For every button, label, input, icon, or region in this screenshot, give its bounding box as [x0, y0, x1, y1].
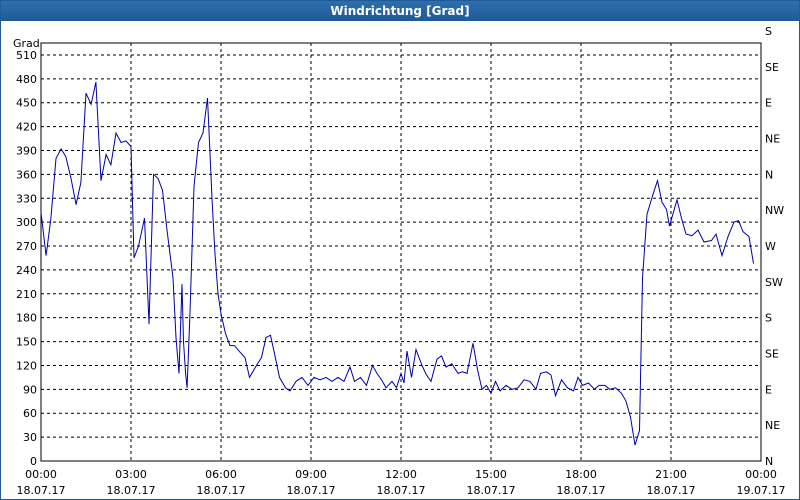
x-tick-date: 18.07.17 — [647, 484, 696, 497]
x-tick-date: 18.07.17 — [197, 484, 246, 497]
x-tick-time: 12:00 — [385, 468, 417, 481]
x-tick-time: 09:00 — [295, 468, 327, 481]
y-tick-label: 270 — [16, 240, 37, 253]
chart-window: Windrichtung [Grad] 0 30 60 90 120 150 180 210 2… — [0, 0, 800, 500]
y-tick-label: 420 — [16, 121, 37, 134]
x-tick-date: 19.07.17 — [737, 484, 786, 497]
x-tick-date: 18.07.17 — [107, 484, 156, 497]
x-tick-time: 15:00 — [475, 468, 507, 481]
wind-direction-line — [40, 81, 754, 446]
y-tick-label: 90 — [23, 383, 37, 396]
compass-tick-label: NE — [765, 419, 780, 432]
y-tick-label: 480 — [16, 73, 37, 86]
compass-tick-label: S — [765, 312, 772, 325]
y-tick-label: 120 — [16, 359, 37, 372]
y-tick-label: 510 — [16, 49, 37, 62]
x-tick-date: 18.07.17 — [467, 484, 516, 497]
x-tick-date: 18.07.17 — [377, 484, 426, 497]
x-tick-time: 00:00 — [25, 468, 57, 481]
x-tick-time: 21:00 — [655, 468, 687, 481]
y-tick-label: 330 — [16, 192, 37, 205]
y-axis-label: Grad — [13, 37, 40, 50]
y-tick-label: 300 — [16, 216, 37, 229]
line-chart: 0 30 60 90 120 150 180 210 240 270 300 330 360 390 420… — [13, 25, 786, 497]
compass-tick-label: NW — [765, 204, 784, 217]
y-tick-label: 150 — [16, 336, 37, 349]
compass-tick-label: N — [765, 168, 773, 181]
y-tick-label: 60 — [23, 407, 37, 420]
compass-tick-label: S — [765, 25, 772, 38]
compass-tick-label: N — [765, 455, 773, 468]
y-tick-label: 0 — [30, 455, 37, 468]
x-tick-time: 18:00 — [565, 468, 597, 481]
compass-tick-label: NE — [765, 133, 780, 146]
compass-tick-label: E — [765, 383, 772, 396]
compass-tick-label: E — [765, 97, 772, 110]
compass-tick-label: SE — [765, 61, 779, 74]
x-tick-date: 18.07.17 — [557, 484, 606, 497]
y-tick-label: 390 — [16, 144, 37, 157]
y-tick-label: 450 — [16, 97, 37, 110]
chart-title: Windrichtung [Grad] — [1, 1, 799, 21]
x-tick-date: 18.07.17 — [17, 484, 66, 497]
x-tick-date: 18.07.17 — [287, 484, 336, 497]
x-tick-time: 03:00 — [115, 468, 147, 481]
compass-tick-label: SW — [765, 276, 783, 289]
x-tick-time: 06:00 — [205, 468, 237, 481]
y-tick-label: 180 — [16, 312, 37, 325]
y-tick-label: 30 — [23, 431, 37, 444]
y-tick-label: 360 — [16, 168, 37, 181]
compass-tick-label: W — [765, 240, 776, 253]
x-tick-time: 00:00 — [745, 468, 777, 481]
y-tick-label: 240 — [16, 264, 37, 277]
compass-tick-label: SE — [765, 348, 779, 361]
y-tick-label: 210 — [16, 288, 37, 301]
